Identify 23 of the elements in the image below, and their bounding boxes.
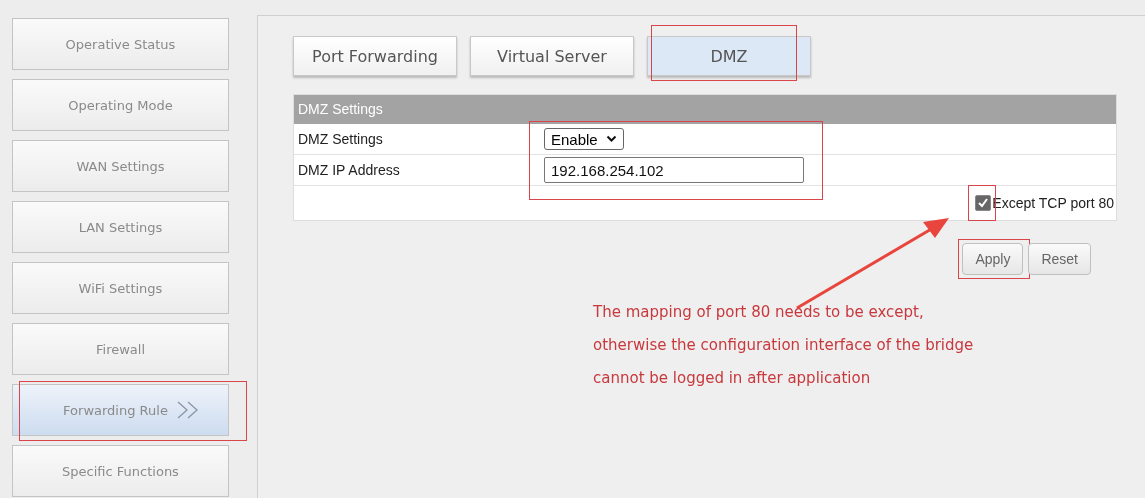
annotation-text: cannot be logged in after application [593,368,872,389]
dropdown[interactable]: Enable [544,128,624,150]
field-label: DMZ Settings [297,131,384,147]
reset-button[interactable]: Reset [1028,243,1091,275]
table-header: DMZ Settings [294,95,1116,124]
input-field[interactable]: 192.168.254.102 [544,157,804,183]
tab[interactable]: Virtual Server [470,36,634,76]
apply-button[interactable]: Apply [962,243,1024,275]
sidebar-item[interactable]: LAN Settings [12,201,229,253]
field-label: DMZ IP Address [297,162,401,178]
annotation-text: The mapping of port 80 needs to be except, [593,302,925,323]
sidebar-item[interactable]: Forwarding Rule [12,384,229,436]
caret-icon [605,135,617,143]
tab[interactable]: DMZ [647,36,811,76]
sidebar-item[interactable]: Operative Status [12,18,229,70]
sidebar-item[interactable]: WAN Settings [12,140,229,192]
sidebar-item[interactable]: WiFi Settings [12,262,229,314]
sidebar-item[interactable]: Operating Mode [12,79,229,131]
tab[interactable]: Port Forwarding [293,36,457,76]
sidebar-item[interactable]: Firewall [12,323,229,375]
annotation-text: otherwise the configuration interface of the bridge [593,335,975,356]
sidebar-item[interactable]: Specific Functions [12,445,229,497]
checkbox[interactable] [975,195,992,211]
